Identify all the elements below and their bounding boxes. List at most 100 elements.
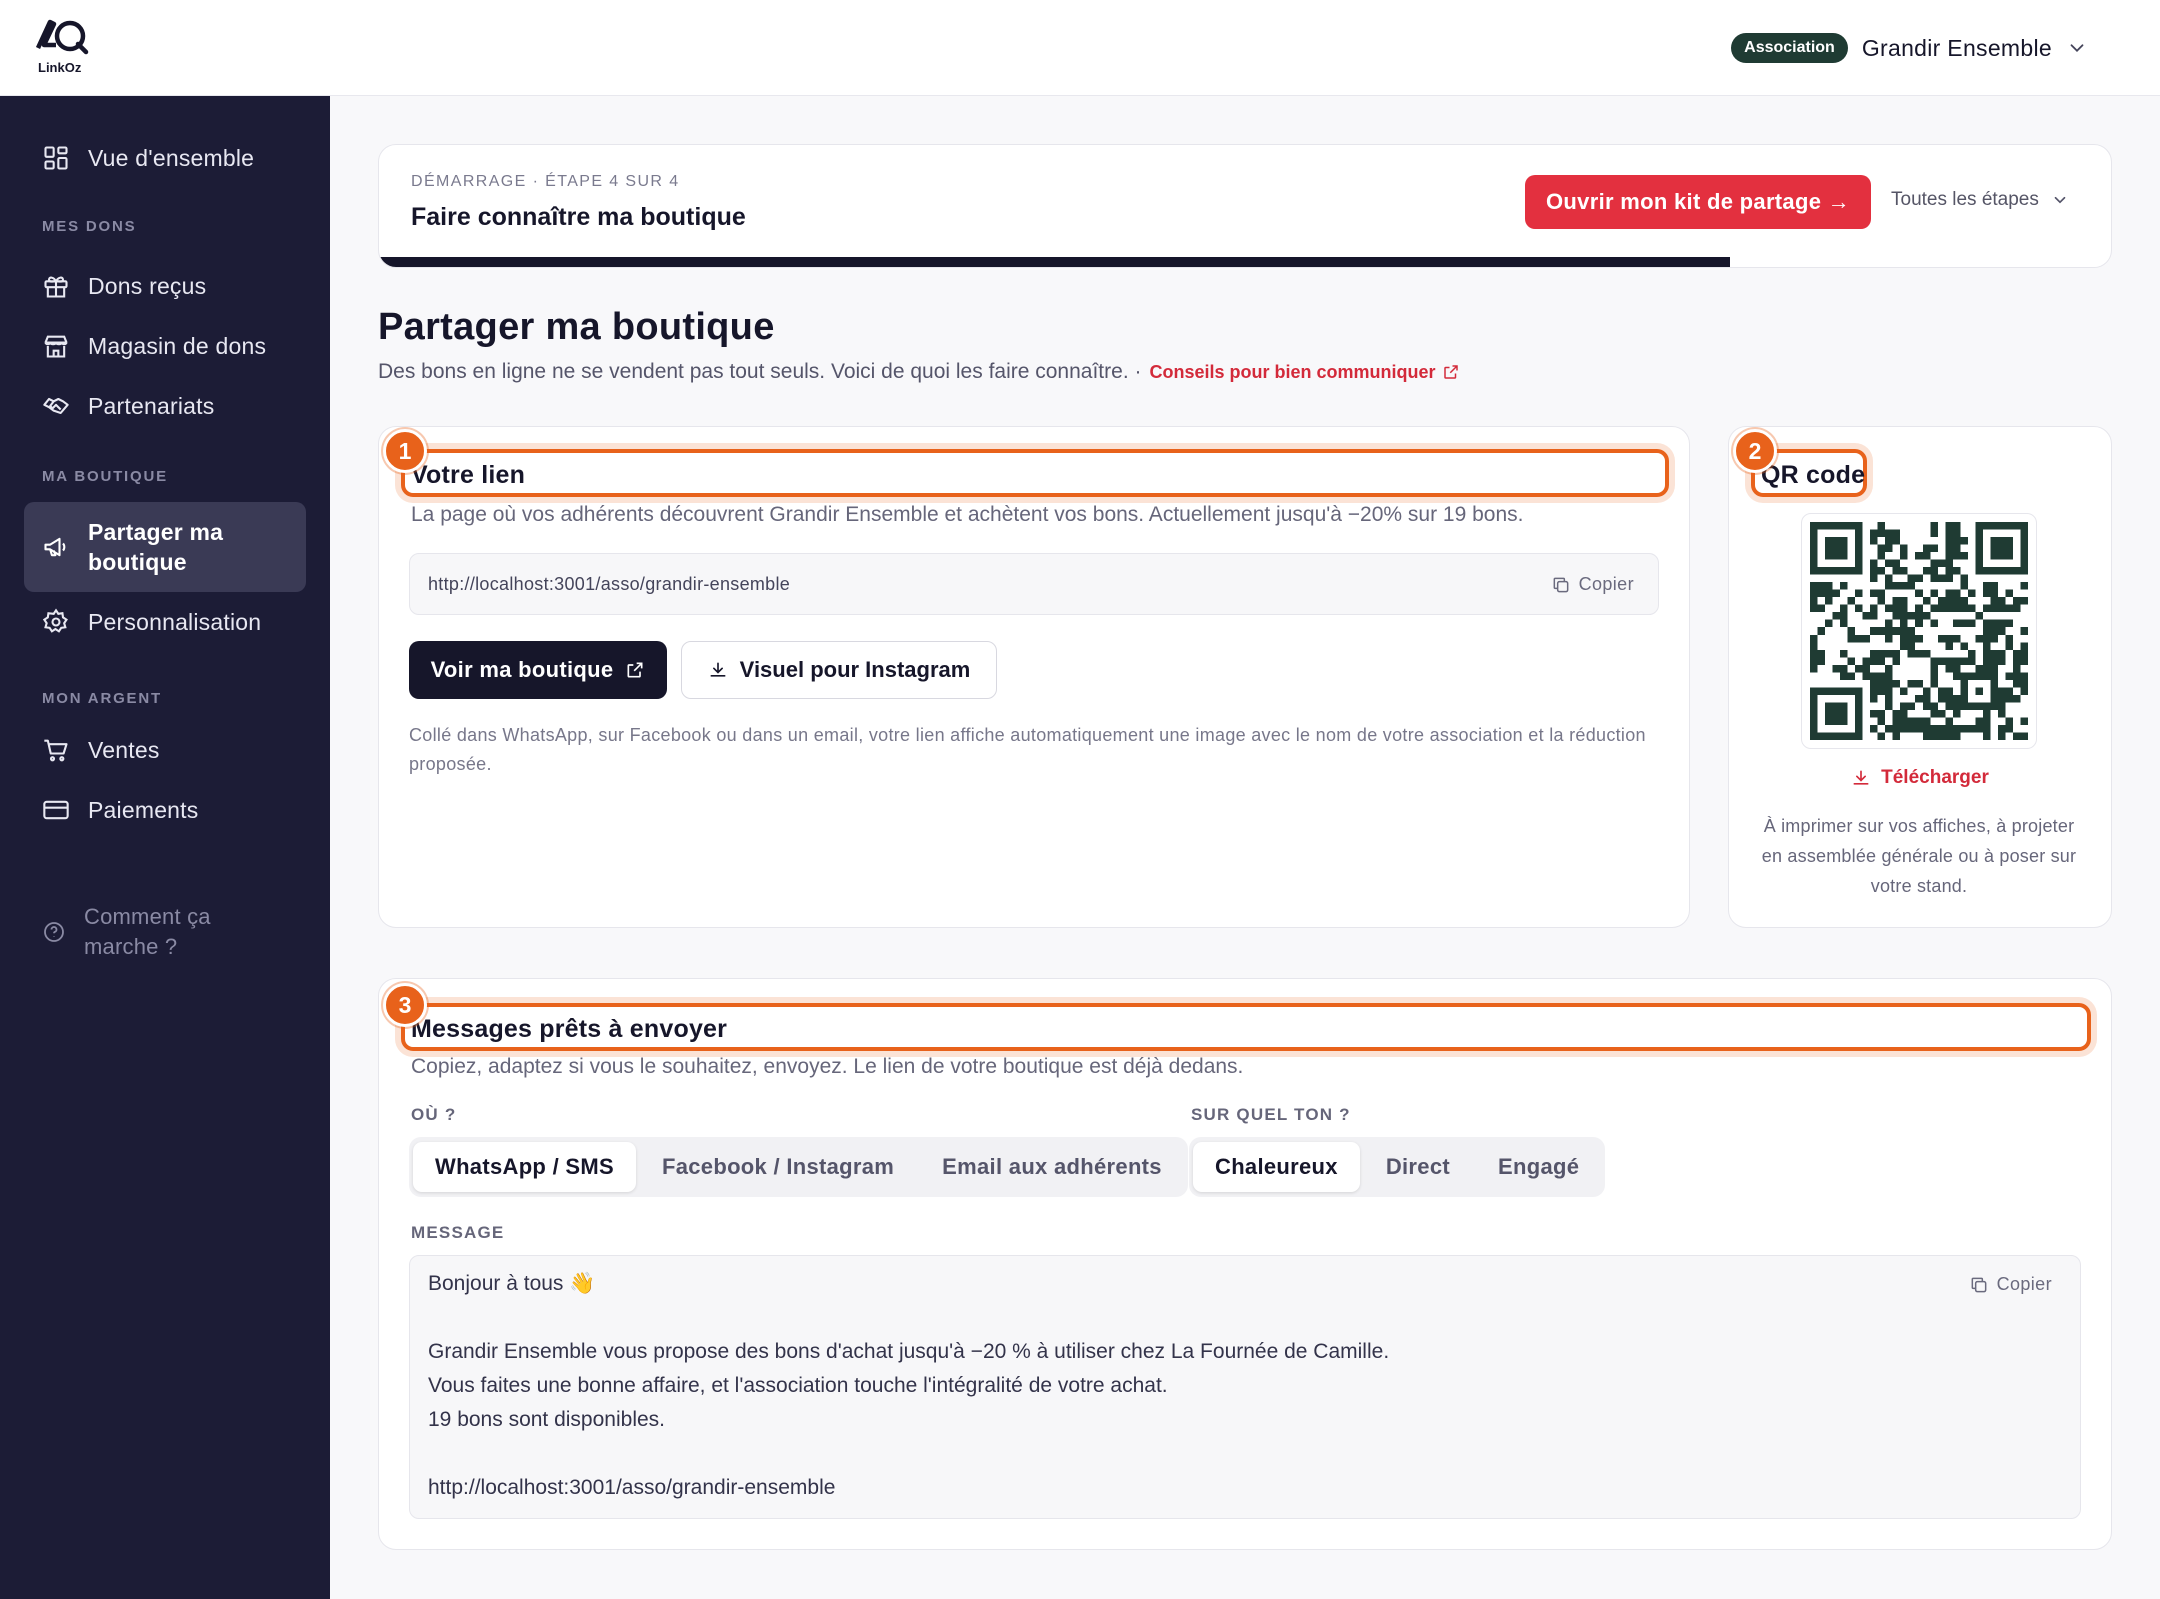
sidebar: Vue d'ensemble MES DONS Dons reçus Magas…	[0, 96, 330, 1599]
chevron-down-icon	[2070, 44, 2084, 53]
step-progress-fill	[379, 257, 1730, 267]
chevron-down-icon	[2054, 196, 2066, 204]
message-line: 19 bons sont disponibles.	[428, 1408, 665, 1431]
copy-url-button[interactable]: Copier	[1551, 574, 1634, 595]
qr-card-title: QR code	[1761, 461, 1866, 489]
copy-label: Copier	[1996, 1274, 2052, 1294]
sidebar-item-overview[interactable]: Vue d'ensemble	[24, 134, 306, 182]
sidebar-help-label: Comment ça marche ?	[84, 902, 211, 962]
sidebar-item-label: Paiements	[88, 796, 199, 823]
org-name: Grandir Ensemble	[1861, 34, 2052, 61]
sidebar-section-dons: MES DONS	[42, 218, 137, 235]
tone-option-chaleureux[interactable]: Chaleureux	[1193, 1142, 1360, 1192]
top-bar: LinkOz Association Grandir Ensemble	[0, 0, 2160, 96]
sidebar-item-label: Magasin de dons	[88, 332, 267, 359]
instagram-visual-button[interactable]: Visuel pour Instagram	[681, 641, 997, 699]
sidebar-item-label: Partenariats	[88, 392, 215, 419]
channel-option-email[interactable]: Email aux adhérents	[920, 1142, 1184, 1192]
sidebar-item-personnalisation[interactable]: Personnalisation	[24, 598, 306, 646]
sidebar-item-label: Vue d'ensemble	[88, 144, 255, 171]
tone-label: SUR QUEL TON ?	[1191, 1105, 1351, 1124]
gear-icon	[42, 608, 68, 633]
step-number-badge: 2	[1733, 429, 1777, 473]
copy-message-button[interactable]: Copier	[1969, 1274, 2052, 1295]
sidebar-item-label-line2: boutique	[88, 549, 187, 575]
step-number-badge: 1	[383, 429, 427, 473]
qr-code-image	[1801, 513, 2037, 749]
copy-label: Copier	[1578, 574, 1634, 594]
highlight-frame	[401, 449, 1669, 497]
sidebar-item-dons-recus[interactable]: Dons reçus	[24, 262, 306, 310]
page-subtitle: Des bons en ligne ne se vendent pas tout…	[378, 360, 1460, 384]
credit-card-icon	[43, 800, 69, 820]
sidebar-item-magasin[interactable]: Magasin de dons	[24, 322, 306, 370]
page-subtitle-text: Des bons en ligne ne se vendent pas tout…	[378, 360, 1142, 383]
sidebar-section-argent: MON ARGENT	[42, 690, 162, 707]
communication-tips-link[interactable]: Conseils pour bien communiquer	[1149, 362, 1459, 383]
tone-selector: Chaleureux Direct Engagé	[1189, 1137, 1606, 1197]
channel-option-whatsapp[interactable]: WhatsApp / SMS	[413, 1142, 636, 1192]
message-line: Bonjour à tous 👋	[428, 1272, 596, 1295]
sidebar-item-partenariats[interactable]: Partenariats	[24, 382, 306, 430]
sidebar-item-ventes[interactable]: Ventes	[24, 726, 306, 774]
qr-card: QR code 2 Télécharger À imprimer sur vos…	[1728, 426, 2112, 928]
help-circle-icon	[44, 922, 64, 942]
message-line: Grandir Ensemble vous propose des bons d…	[428, 1340, 1390, 1363]
shop-url-text: http://localhost:3001/asso/grandir-ensem…	[428, 574, 791, 594]
megaphone-icon	[44, 537, 66, 557]
external-link-icon	[627, 662, 643, 678]
external-link-icon	[1443, 365, 1458, 379]
help-label-line1: Comment ça	[84, 904, 211, 929]
sidebar-item-label: Ventes	[88, 736, 160, 763]
message-line: http://localhost:3001/asso/grandir-ensem…	[428, 1476, 836, 1499]
step-number-badge: 3	[383, 983, 427, 1027]
all-steps-dropdown[interactable]: Toutes les étapes	[1891, 189, 2069, 211]
onboarding-step-card: DÉMARRAGE · ÉTAPE 4 SUR 4 Faire connaîtr…	[378, 144, 2112, 268]
sidebar-item-paiements[interactable]: Paiements	[24, 786, 306, 834]
sidebar-item-label: Partager ma boutique	[88, 517, 223, 577]
view-shop-label: Voir ma boutique	[430, 657, 614, 682]
sidebar-item-label: Dons reçus	[88, 272, 207, 299]
org-type-badge: Association	[1731, 33, 1848, 63]
logo-text: LinkOz	[38, 60, 82, 75]
link-card: Votre lien 1 La page où vos adhérents dé…	[378, 426, 1690, 928]
message-textarea[interactable]: Bonjour à tous 👋 Grandir Ensemble vous p…	[409, 1255, 2081, 1519]
page-title: Partager ma boutique	[378, 306, 775, 348]
channel-label: OÙ ?	[411, 1105, 457, 1124]
view-shop-button[interactable]: Voir ma boutique	[409, 641, 667, 699]
channel-option-facebook[interactable]: Facebook / Instagram	[640, 1142, 916, 1192]
open-share-kit-button[interactable]: Ouvrir mon kit de partage →	[1525, 175, 1871, 229]
messages-card-title: Messages prêts à envoyer	[411, 1015, 728, 1043]
all-steps-label: Toutes les étapes	[1891, 189, 2039, 210]
step-kicker: DÉMARRAGE · ÉTAPE 4 SUR 4	[411, 173, 680, 190]
cart-icon	[44, 739, 68, 762]
step-title: Faire connaître ma boutique	[411, 203, 746, 231]
download-icon	[1853, 770, 1869, 785]
shop-url-field[interactable]: http://localhost:3001/asso/grandir-ensem…	[409, 553, 1659, 615]
sidebar-item-label: Personnalisation	[88, 608, 262, 635]
link-preview-note: Collé dans WhatsApp, sur Facebook ou dan…	[409, 725, 1646, 774]
org-switcher[interactable]: Association Grandir Ensemble	[1731, 32, 2088, 64]
store-icon	[44, 335, 68, 358]
download-icon	[710, 662, 726, 677]
tone-option-direct[interactable]: Direct	[1364, 1142, 1472, 1192]
handshake-icon	[43, 397, 69, 415]
link-card-title: Votre lien	[411, 461, 526, 489]
message-line: Vous faites une bonne affaire, et l'asso…	[428, 1374, 1168, 1397]
tone-option-engage[interactable]: Engagé	[1476, 1142, 1601, 1192]
instagram-visual-label: Visuel pour Instagram	[739, 657, 971, 682]
help-label-line2: marche ?	[84, 934, 178, 959]
sidebar-section-boutique: MA BOUTIQUE	[42, 468, 168, 485]
link-card-desc: La page où vos adhérents découvrent Gran…	[411, 503, 1524, 526]
download-qr-button[interactable]: Télécharger	[1729, 767, 2111, 789]
dashboard-icon	[44, 146, 68, 170]
messages-card-desc: Copiez, adaptez si vous le souhaitez, en…	[411, 1055, 1244, 1078]
channel-selector: WhatsApp / SMS Facebook / Instagram Emai…	[409, 1137, 1188, 1197]
gift-icon	[44, 276, 68, 298]
message-label: MESSAGE	[411, 1223, 505, 1242]
download-qr-label: Télécharger	[1881, 767, 1989, 788]
copy-icon	[1553, 577, 1568, 592]
sidebar-item-partager[interactable]: Partager ma boutique	[24, 502, 306, 592]
sidebar-help-link[interactable]: Comment ça marche ?	[24, 900, 306, 964]
qr-note: À imprimer sur vos affiches, à projeter …	[1761, 816, 2077, 896]
